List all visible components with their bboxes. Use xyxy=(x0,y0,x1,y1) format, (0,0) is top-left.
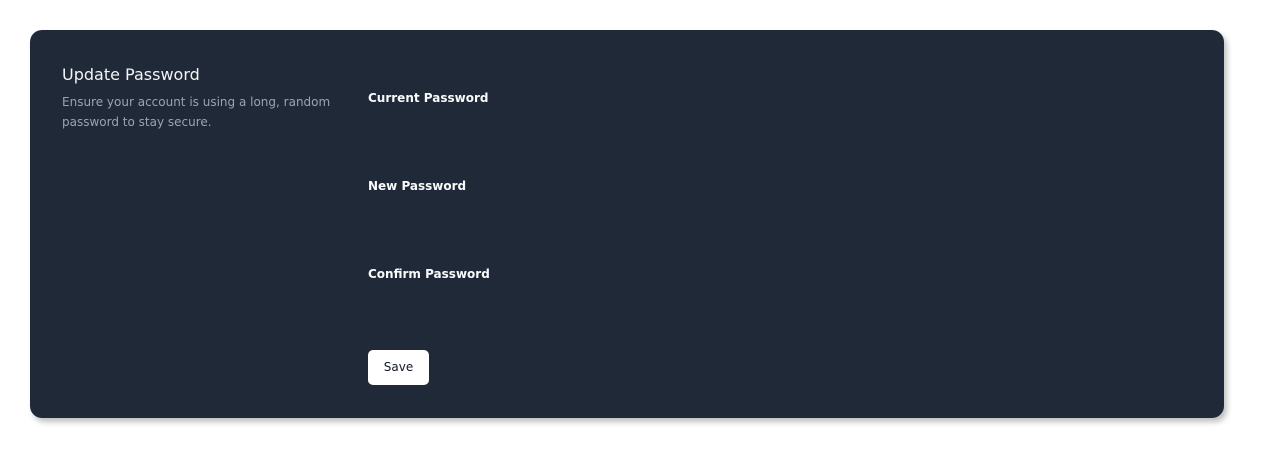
update-password-form: Current Password New Password Confirm Pa… xyxy=(368,90,1188,385)
save-button[interactable]: Save xyxy=(368,350,429,385)
section-intro: Update Password Ensure your account is u… xyxy=(62,64,332,132)
section-title: Update Password xyxy=(62,65,200,84)
update-password-panel: Update Password Ensure your account is u… xyxy=(30,30,1224,418)
current-password-field: Current Password xyxy=(368,90,1188,178)
confirm-password-field: Confirm Password xyxy=(368,266,1188,354)
new-password-label: New Password xyxy=(368,179,467,193)
confirm-password-input[interactable] xyxy=(368,290,1188,326)
section-description: Ensure your account is using a long, ran… xyxy=(62,95,331,129)
confirm-password-label: Confirm Password xyxy=(368,267,490,281)
current-password-label: Current Password xyxy=(368,91,489,105)
new-password-field: New Password xyxy=(368,178,1188,266)
current-password-input[interactable] xyxy=(368,114,1188,150)
new-password-input[interactable] xyxy=(368,202,1188,238)
